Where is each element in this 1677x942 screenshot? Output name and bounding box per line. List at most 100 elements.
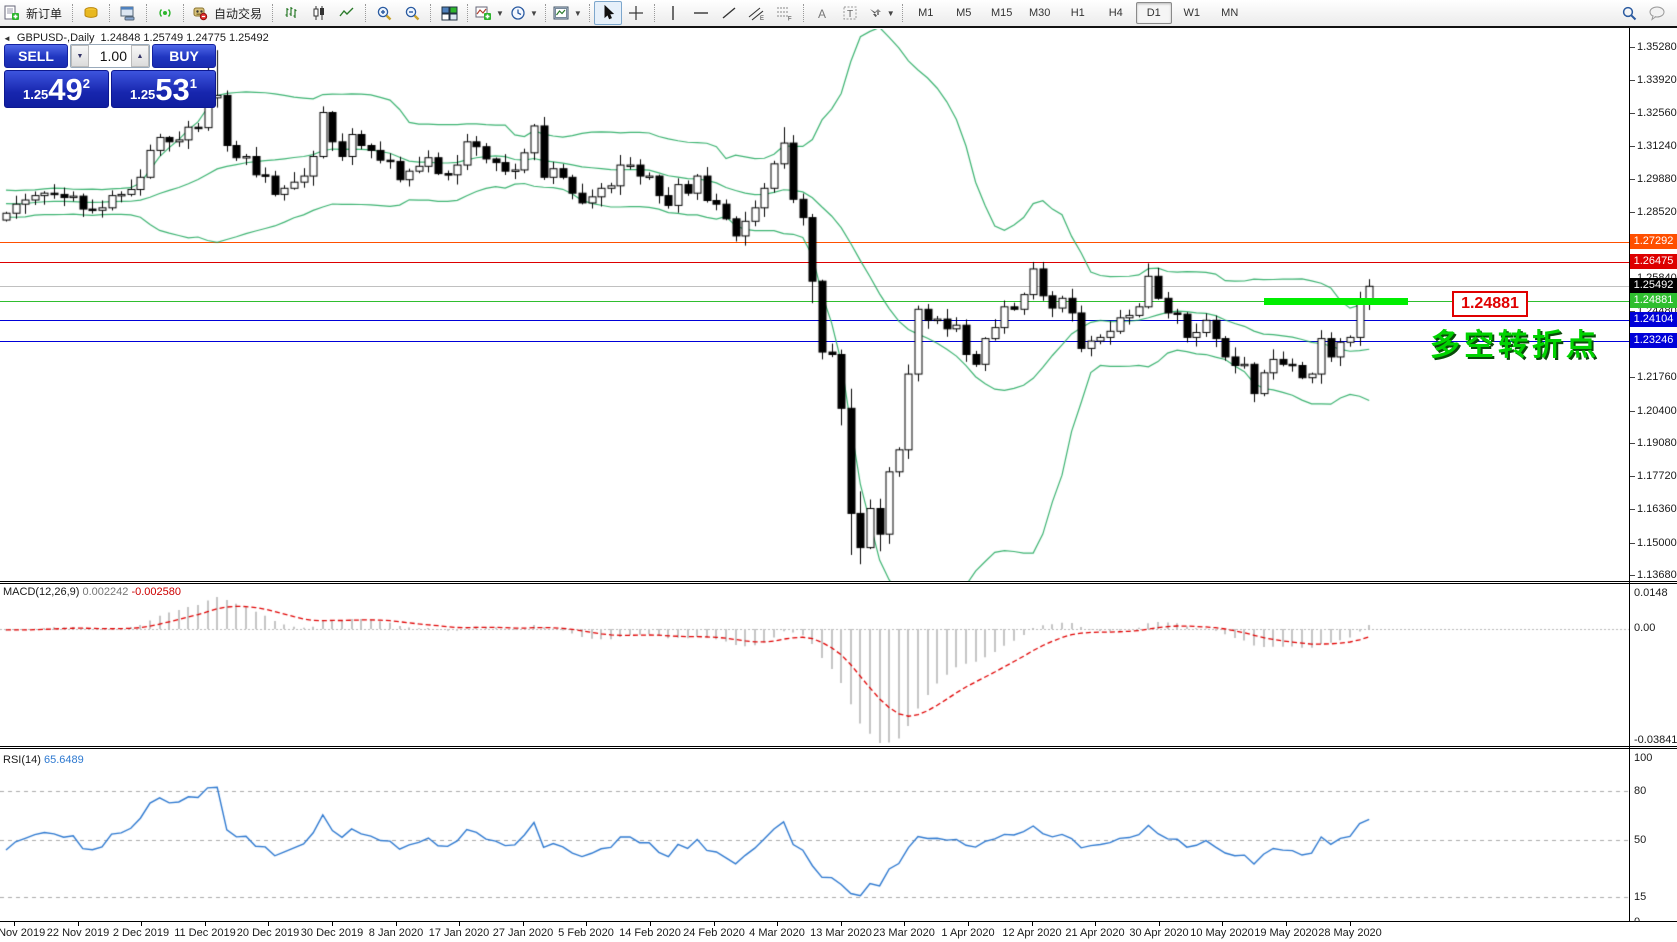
candles-chart-icon <box>313 6 325 20</box>
chinese-annotation[interactable]: 多空转折点 <box>1430 320 1600 364</box>
one-click-collapse-arrow[interactable]: ◄ <box>3 34 11 43</box>
price-axis-border <box>1629 28 1630 922</box>
buy-price-button[interactable]: 1.25 53 1 <box>111 70 216 108</box>
macd-main-value: 0.002242 <box>82 586 129 598</box>
toolbar-separator <box>269 2 276 24</box>
trendline-button[interactable] <box>715 1 743 25</box>
volume-input[interactable]: 1.00 <box>89 45 131 67</box>
autotrading-button[interactable]: 自动交易 <box>188 1 268 25</box>
volume-stepper: ▼ 1.00 ▲ <box>70 44 150 68</box>
equidistant-channel-icon: E <box>748 7 764 21</box>
horizontal-line-button[interactable] <box>687 1 715 25</box>
vertical-line-button[interactable] <box>659 1 687 25</box>
date-axis-tick <box>141 922 142 926</box>
buy-button[interactable]: BUY <box>152 44 216 68</box>
cursor-button[interactable] <box>593 1 622 25</box>
timeframe-M1[interactable]: M1 <box>908 2 944 24</box>
fibonacci-icon: F <box>777 7 792 21</box>
date-axis-label: 30 Dec 2019 <box>300 927 364 939</box>
timeframe-H1[interactable]: H1 <box>1060 2 1096 24</box>
rsi-panel-canvas[interactable] <box>0 750 1629 921</box>
rsi-axis-50: 50 <box>1634 834 1647 846</box>
macd-panel-canvas[interactable] <box>0 585 1629 746</box>
timeframe-D1[interactable]: D1 <box>1135 2 1172 24</box>
chat-button[interactable] <box>1643 1 1671 25</box>
channel-button[interactable]: E <box>743 1 771 25</box>
timeframe-M5[interactable]: M5 <box>946 2 982 24</box>
volume-decrease-button[interactable]: ▼ <box>71 45 89 67</box>
main-chart-canvas[interactable] <box>0 29 1629 582</box>
toolbar-separator <box>800 2 807 24</box>
price-axis-tick: 1.20400 <box>1630 405 1677 417</box>
panel-separator[interactable] <box>0 746 1677 749</box>
toolbar-separator <box>143 2 150 24</box>
new-order-button[interactable]: 新订单 <box>0 1 68 25</box>
line-chart-button[interactable] <box>333 1 361 25</box>
timeframe-W1[interactable]: W1 <box>1174 2 1210 24</box>
zoom-in-button[interactable] <box>370 1 398 25</box>
date-axis-tick <box>1222 922 1223 926</box>
metaeditor-button[interactable] <box>114 1 142 25</box>
volume-increase-button[interactable]: ▲ <box>131 45 149 67</box>
trendline-icon <box>722 7 736 19</box>
toolbar-separator <box>651 2 658 24</box>
date-axis-tick <box>78 922 79 926</box>
sell-price-pip: 2 <box>82 76 91 91</box>
timeframe-H4[interactable]: H4 <box>1098 2 1134 24</box>
market-watch-button[interactable] <box>77 1 105 25</box>
date-axis-tick <box>396 922 397 926</box>
date-axis-tick <box>1032 922 1033 926</box>
zoom-out-icon <box>405 6 419 20</box>
bar-chart-button[interactable] <box>277 1 305 25</box>
sell-price-prefix: 1.25 <box>22 87 49 102</box>
price-callout-box[interactable]: 1.24881 <box>1452 291 1528 317</box>
chat-icon <box>1649 6 1665 21</box>
timeframe-MN[interactable]: MN <box>1212 2 1248 24</box>
indicators-button[interactable]: ▼ <box>472 1 507 25</box>
crosshair-button[interactable] <box>622 1 650 25</box>
sell-price-button[interactable]: 1.25 49 2 <box>4 70 109 108</box>
sell-button[interactable]: SELL <box>4 44 68 68</box>
search-button[interactable] <box>1615 1 1643 25</box>
date-axis-label: 1 Apr 2020 <box>941 927 995 939</box>
timeframe-M15[interactable]: M15 <box>984 2 1020 24</box>
candle-chart-button[interactable] <box>305 1 333 25</box>
tile-windows-button[interactable] <box>435 1 463 25</box>
date-axis-label: 20 Dec 2019 <box>236 927 300 939</box>
templates-button[interactable]: ▼ <box>550 1 585 25</box>
toolbar-separator <box>464 2 471 24</box>
fibonacci-button[interactable]: F <box>771 1 799 25</box>
date-axis-tick <box>650 922 651 926</box>
svg-text:A: A <box>818 7 826 21</box>
price-axis-tick: 1.16360 <box>1630 503 1677 515</box>
svg-text:T: T <box>847 9 853 20</box>
panel-separator[interactable] <box>0 581 1677 584</box>
metaeditor-icon <box>120 6 135 21</box>
macd-axis-zero: 0.00 <box>1634 622 1656 634</box>
arrows-button[interactable]: ▼ <box>864 1 898 25</box>
text-button[interactable]: A <box>808 1 836 25</box>
buy-price-prefix: 1.25 <box>129 87 156 102</box>
text-label-button[interactable]: T <box>836 1 864 25</box>
date-axis-label: 4 Mar 2020 <box>749 927 805 939</box>
highlight-line-segment[interactable] <box>1264 298 1408 305</box>
date-axis[interactable]: 13 Nov 201922 Nov 20192 Dec 2019 11 Dec 2… <box>0 922 1677 942</box>
periods-button[interactable]: ▼ <box>507 1 541 25</box>
timeframe-M30[interactable]: M30 <box>1022 2 1058 24</box>
toolbar-separator <box>69 2 76 24</box>
date-axis-tick <box>968 922 969 926</box>
signals-icon <box>159 9 171 17</box>
horizontal-line-icon <box>693 12 708 14</box>
date-axis-label: 21 Apr 2020 <box>1065 927 1125 939</box>
price-axis-tick: 1.17720 <box>1630 470 1677 482</box>
rsi-axis-100: 100 <box>1634 752 1653 764</box>
date-axis-tick <box>777 922 778 926</box>
signals-button[interactable] <box>151 1 179 25</box>
chart-window: ◄ GBPUSD-,Daily 1.24848 1.25749 1.24775 … <box>0 26 1677 942</box>
macd-axis-min: -0.038415 <box>1634 734 1677 746</box>
zoom-out-button[interactable] <box>398 1 426 25</box>
dropdown-caret-icon: ▼ <box>573 8 582 18</box>
zoom-in-icon <box>377 6 391 20</box>
date-axis-tick <box>14 922 15 926</box>
price-axis-tick: 1.35280 <box>1630 41 1677 53</box>
